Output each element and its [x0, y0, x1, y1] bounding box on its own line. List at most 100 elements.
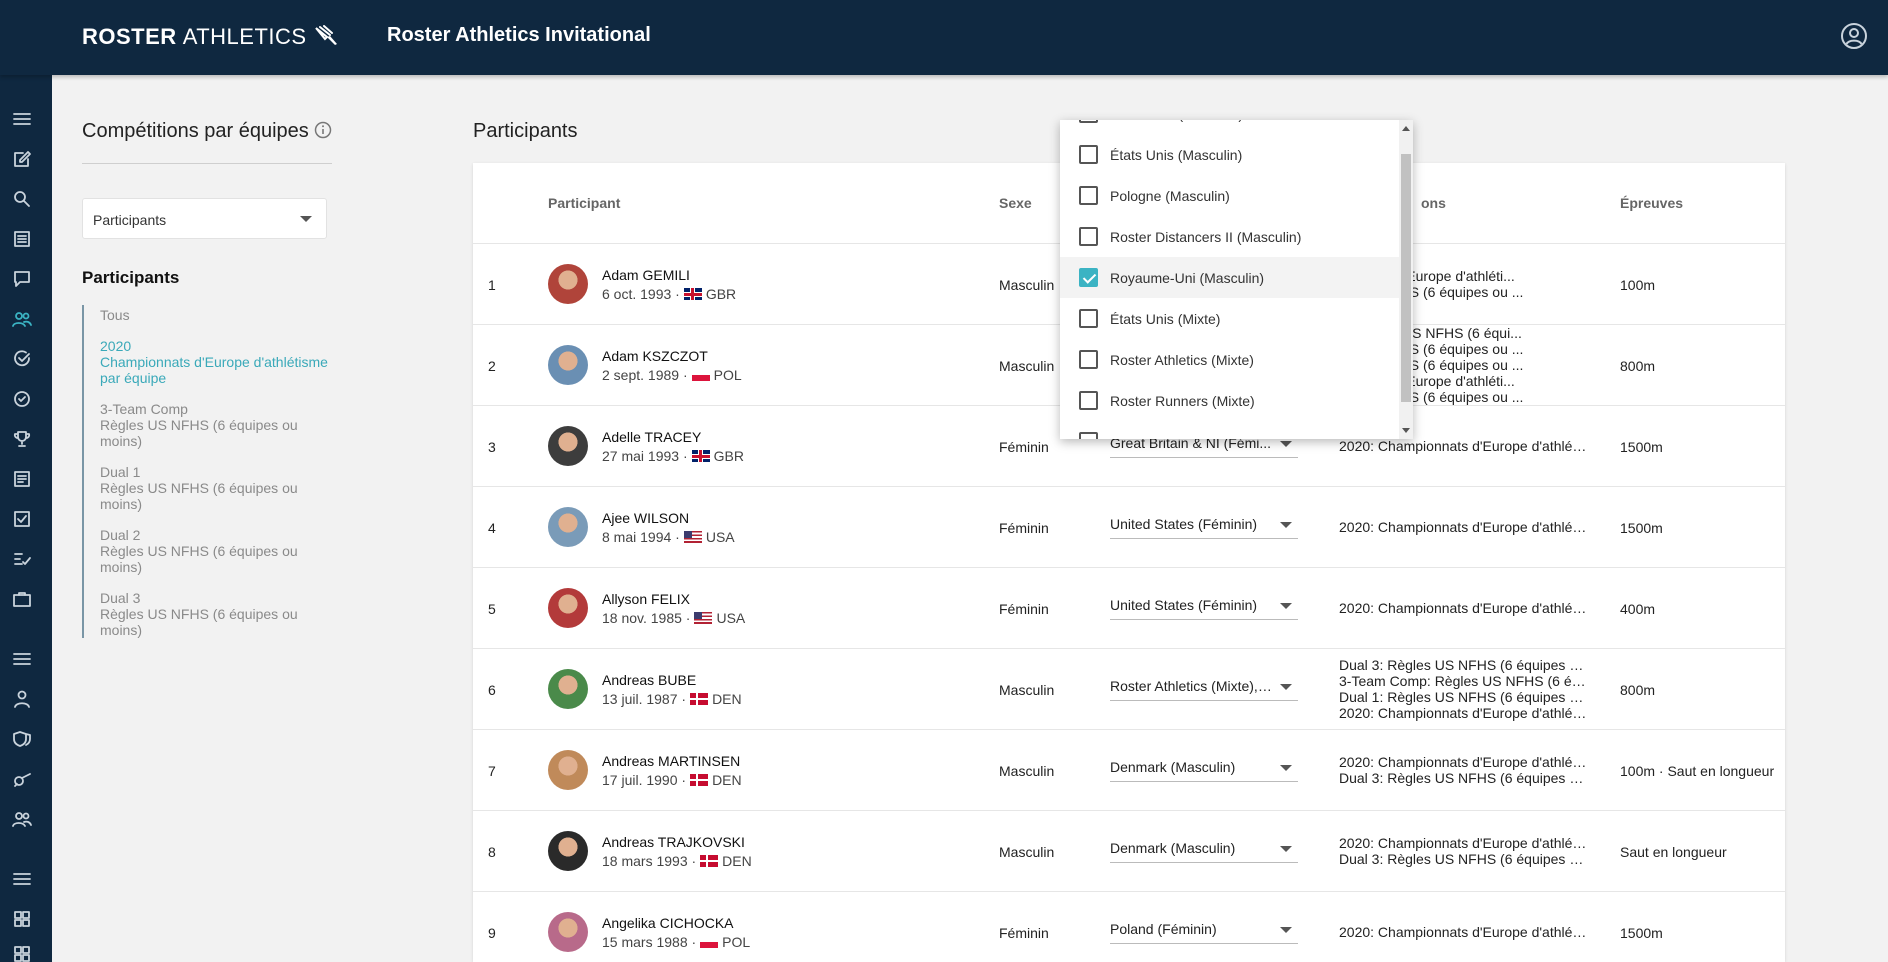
table-row[interactable]: 7 Andreas MARTINSEN 17 juil. 1990 · DEN … [473, 730, 1785, 811]
menu-icon-3[interactable] [11, 868, 33, 890]
competition-entry: 3-Team Comp: Règles US NFHS (6 équi... [1339, 673, 1589, 689]
checkbox[interactable] [1079, 391, 1098, 410]
scroll-up-arrow-icon[interactable] [1402, 126, 1410, 131]
avatar [548, 912, 588, 952]
avatar [548, 264, 588, 304]
table-row[interactable]: 9 Angelika CICHOCKA 15 mars 1988 · POL F… [473, 892, 1785, 962]
checkbox[interactable] [1079, 120, 1098, 123]
user-account-icon[interactable] [1840, 22, 1868, 50]
participant-name[interactable]: Adam KSZCZOT [602, 348, 708, 364]
team-select[interactable]: Poland (Féminin) [1110, 921, 1298, 944]
filter-item-3-team-comp[interactable]: 3-Team Comp Règles US NFHS (6 équipes ou… [100, 401, 330, 449]
table-row[interactable]: 6 Andreas BUBE 13 juil. 1987 · DEN Mascu… [473, 649, 1785, 730]
column-header-sex[interactable]: Sexe [999, 195, 1032, 211]
birth-date: 17 juil. 1990 · [602, 772, 687, 788]
menu-icon[interactable] [11, 108, 33, 130]
checkbox[interactable] [1079, 227, 1098, 246]
person-icon[interactable] [11, 688, 33, 710]
team-select-value: Roster Athletics (Mixte), ... [1110, 678, 1274, 694]
table-row[interactable]: 8 Andreas TRAJKOVSKI 18 mars 1993 · DEN … [473, 811, 1785, 892]
chat-icon[interactable] [11, 268, 33, 290]
option-label: Roster Distancers II (Masculin) [1110, 229, 1302, 245]
filter-item-dual-3[interactable]: Dual 3 Règles US NFHS (6 équipes ou moin… [100, 590, 330, 638]
events-value: 1500m [1620, 439, 1663, 455]
checkbox[interactable] [1079, 268, 1098, 287]
brand-bold: ROSTER [82, 24, 177, 49]
dropdown-option[interactable]: Roster Runners (Mixte) [1060, 380, 1399, 421]
column-header-competitions[interactable]: ons [1421, 195, 1446, 211]
birth-date: 18 mars 1993 · [602, 853, 697, 869]
dropdown-option[interactable]: Danemark (Masculin) [1060, 120, 1399, 134]
team-icon[interactable] [11, 808, 33, 830]
briefcase-icon[interactable] [11, 588, 33, 610]
filter-item-dual-2[interactable]: Dual 2 Règles US NFHS (6 équipes ou moin… [100, 527, 330, 575]
scrollbar-thumb[interactable] [1401, 154, 1411, 402]
shields-icon[interactable] [11, 728, 33, 750]
team-select[interactable]: Denmark (Masculin) [1110, 759, 1298, 782]
team-select[interactable]: United States (Féminin) [1110, 597, 1298, 620]
trophy-icon[interactable] [11, 428, 33, 450]
scroll-down-arrow-icon[interactable] [1402, 428, 1410, 433]
dropdown-option[interactable]: États Unis (Masculin) [1060, 134, 1399, 175]
birth-date: 13 juil. 1987 · [602, 691, 687, 707]
search-icon[interactable] [11, 188, 33, 210]
dropdown-option[interactable]: Royaume-Uni (Masculin) [1060, 257, 1399, 298]
birth-date: 15 mars 1988 · [602, 934, 697, 950]
filter-item-dual-1[interactable]: Dual 1 Règles US NFHS (6 équipes ou moin… [100, 464, 330, 512]
checklist-icon[interactable] [11, 548, 33, 570]
check-badge-icon[interactable] [11, 388, 33, 410]
competitions-cell: 2020: Championnats d'Europe d'athléti... [1339, 924, 1589, 940]
participant-name[interactable]: Adelle TRACEY [602, 429, 701, 445]
check-circle-icon[interactable] [11, 348, 33, 370]
participant-name[interactable]: Ajee WILSON [602, 510, 689, 526]
people-icon[interactable] [11, 308, 33, 330]
menu-icon-2[interactable] [11, 648, 33, 670]
competition-entry: 2020: Championnats d'Europe d'athléti... [1339, 754, 1589, 770]
column-header-participant[interactable]: Participant [548, 195, 620, 211]
column-header-events[interactable]: Épreuves [1620, 195, 1683, 211]
grid-icon[interactable] [11, 908, 33, 930]
participant-name[interactable]: Adam GEMILI [602, 267, 690, 283]
table-row[interactable]: 4 Ajee WILSON 8 mai 1994 · USA Féminin U… [473, 487, 1785, 568]
checkbox[interactable] [1079, 309, 1098, 328]
team-select[interactable]: Denmark (Masculin) [1110, 840, 1298, 863]
edit-icon[interactable] [11, 148, 33, 170]
participant-name[interactable]: Andreas BUBE [602, 672, 696, 688]
checkbox[interactable] [1079, 186, 1098, 205]
team-select[interactable]: Roster Athletics (Mixte), ... [1110, 678, 1298, 701]
brand-logo[interactable]: ROSTER ATHLETICS [82, 24, 339, 50]
checkbox[interactable] [1079, 432, 1098, 439]
sex-value: Féminin [999, 439, 1049, 455]
results-list-icon[interactable] [11, 468, 33, 490]
birth-date: 6 oct. 1993 · [602, 286, 680, 302]
dropdown-option[interactable]: Roster Athletics (Mixte) [1060, 339, 1399, 380]
flag-icon [700, 936, 719, 948]
participant-meta: 6 oct. 1993 · GBR [602, 286, 736, 302]
participant-name[interactable]: Allyson FELIX [602, 591, 690, 607]
chevron-down-icon [1280, 603, 1292, 609]
grid-icon-2[interactable] [11, 943, 33, 962]
checkbox[interactable] [1079, 145, 1098, 164]
dropdown-option[interactable]: États Unis (Mixte) [1060, 298, 1399, 339]
dropdown-option[interactable] [1060, 421, 1399, 439]
list-icon[interactable] [11, 228, 33, 250]
checkbox[interactable] [1079, 350, 1098, 369]
info-icon[interactable] [314, 121, 332, 139]
team-select-dropdown[interactable]: Danemark (Masculin) États Unis (Masculin)… [1060, 120, 1413, 439]
whistle-icon[interactable] [11, 768, 33, 790]
participant-name[interactable]: Andreas MARTINSEN [602, 753, 740, 769]
table-row[interactable]: 5 Allyson FELIX 18 nov. 1985 · USA Fémin… [473, 568, 1785, 649]
filter-item-all[interactable]: Tous [100, 307, 330, 323]
dropdown-scrollbar[interactable] [1399, 120, 1413, 439]
check-box-icon[interactable] [11, 508, 33, 530]
participant-name[interactable]: Angelika CICHOCKA [602, 915, 734, 931]
team-select[interactable]: United States (Féminin) [1110, 516, 1298, 539]
view-select[interactable]: Participants [82, 198, 327, 239]
dropdown-option[interactable]: Pologne (Masculin) [1060, 175, 1399, 216]
participants-heading: Participants [82, 268, 180, 287]
filter-item-2020[interactable]: 2020 Championnats d'Europe d'athlétisme … [100, 338, 330, 386]
competitions-cell: 2020: Championnats d'Europe d'athléti... [1339, 519, 1589, 535]
chevron-down-icon [1280, 684, 1292, 690]
dropdown-option[interactable]: Roster Distancers II (Masculin) [1060, 216, 1399, 257]
participant-name[interactable]: Andreas TRAJKOVSKI [602, 834, 745, 850]
